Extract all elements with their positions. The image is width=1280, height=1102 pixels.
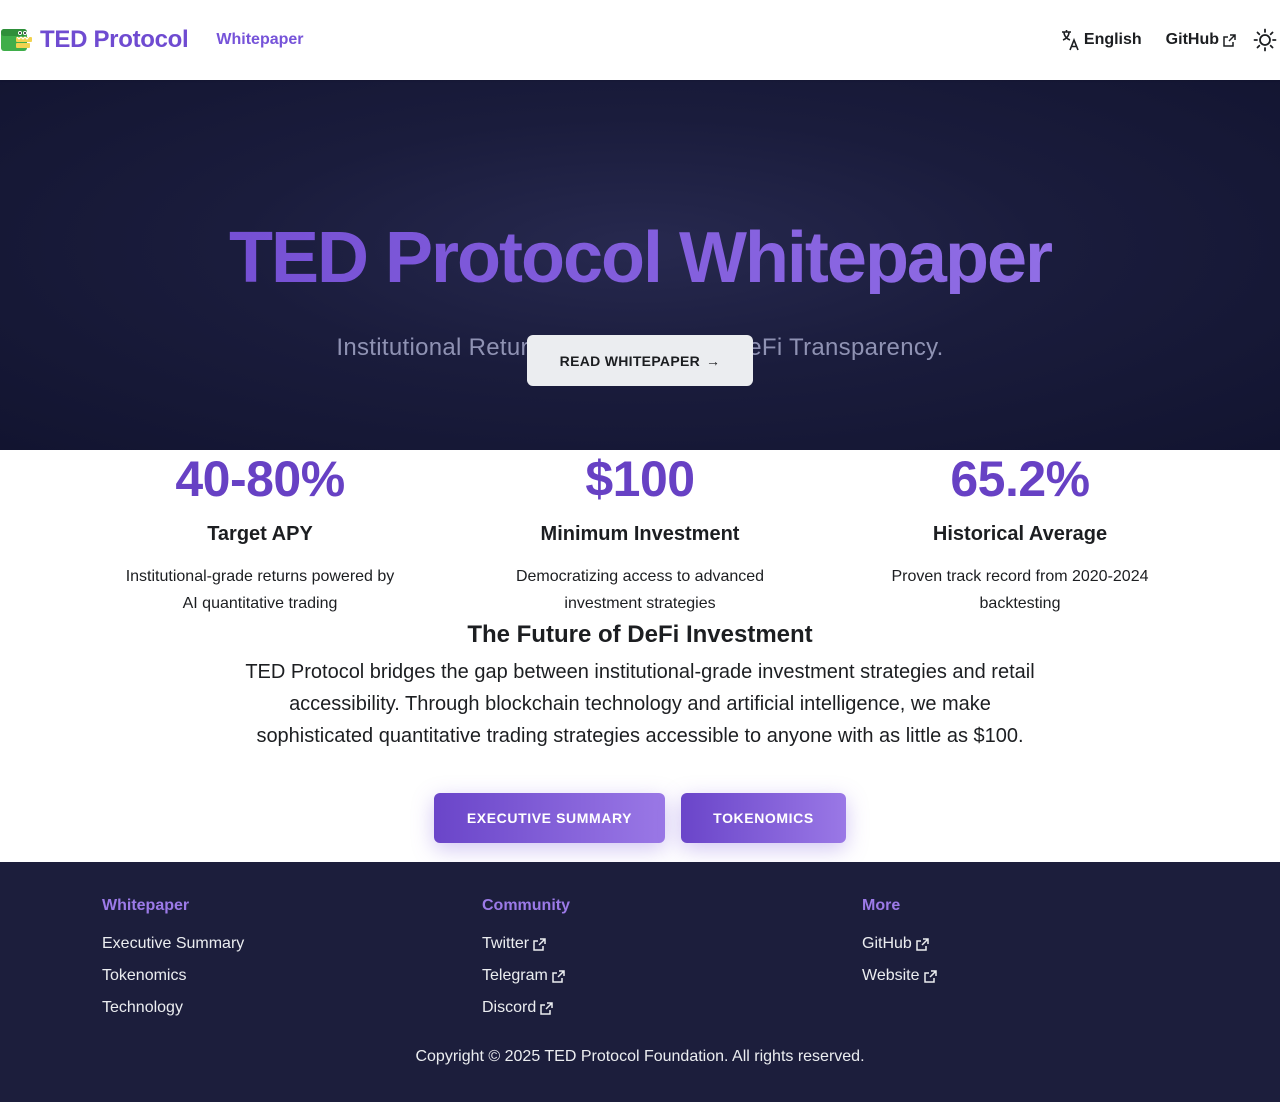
- feature-description: Democratizing access to advanced investm…: [515, 568, 765, 612]
- brand-title: TED Protocol: [40, 26, 189, 53]
- navbar: TED Protocol Whitepaper English GitHub: [0, 0, 1280, 80]
- feature-stat: 65.2%: [950, 451, 1090, 507]
- footer-link-executive-summary[interactable]: Executive Summary: [102, 928, 462, 960]
- feature-stat: 40-80%: [175, 451, 345, 507]
- footer-link-label: Twitter: [482, 935, 530, 952]
- future-body: TED Protocol bridges the gap between ins…: [245, 661, 1035, 747]
- footer-column-title: Community: [482, 897, 570, 914]
- footer-link-label: Website: [862, 967, 920, 984]
- translate-icon: [1061, 30, 1079, 51]
- footer-link-label: GitHub: [862, 935, 912, 952]
- feature-target-apy: 40-80% Target APY Institutional-grade re…: [70, 450, 450, 617]
- footer: Whitepaper Executive Summary Tokenomics …: [0, 862, 1280, 1102]
- tokenomics-button[interactable]: TOKENOMICS: [681, 793, 846, 843]
- external-link-icon: [1223, 33, 1236, 47]
- external-link-icon: [552, 969, 565, 983]
- feature-label: Historical Average: [932, 523, 1108, 545]
- footer-column-title: More: [862, 897, 901, 914]
- future-heading: The Future of DeFi Investment: [467, 621, 813, 648]
- navbar-right: English GitHub: [1060, 0, 1280, 80]
- github-label: GitHub: [1165, 31, 1219, 48]
- feature-historical-average: 65.2% Historical Average Proven track re…: [830, 450, 1210, 617]
- footer-link-label: Telegram: [482, 967, 548, 984]
- copyright: Copyright © 2025 TED Protocol Foundation…: [415, 1048, 865, 1065]
- footer-column-whitepaper: Whitepaper Executive Summary Tokenomics …: [102, 896, 462, 1024]
- feature-label: Minimum Investment: [540, 523, 740, 545]
- executive-summary-button[interactable]: EXECUTIVE SUMMARY: [434, 793, 665, 843]
- footer-link-github[interactable]: GitHub: [862, 928, 1222, 960]
- language-dropdown[interactable]: English: [1060, 29, 1142, 51]
- hero-title: TED Protocol Whitepaper: [0, 222, 1280, 294]
- feature-label: Target APY: [207, 523, 313, 545]
- sun-icon: [1253, 28, 1277, 52]
- read-whitepaper-button[interactable]: READ WHITEPAPER →: [527, 335, 753, 386]
- feature-description: Institutional-grade returns powered by A…: [125, 568, 395, 612]
- footer-link-telegram[interactable]: Telegram: [482, 960, 842, 992]
- read-whitepaper-label: READ WHITEPAPER: [559, 352, 701, 369]
- footer-link-discord[interactable]: Discord: [482, 992, 842, 1024]
- feature-minimum-investment: $100 Minimum Investment Democratizing ac…: [450, 450, 830, 617]
- footer-column-more: More GitHub Website: [862, 896, 1222, 992]
- nav-whitepaper-link[interactable]: Whitepaper: [216, 31, 303, 49]
- hero-section: TED Protocol Whitepaper Institutional Re…: [0, 80, 1280, 450]
- footer-link-label: Discord: [482, 999, 537, 1016]
- feature-description: Proven track record from 2020-2024 backt…: [891, 568, 1149, 612]
- footer-link-technology[interactable]: Technology: [102, 992, 462, 1024]
- footer-link-website[interactable]: Website: [862, 960, 1222, 992]
- external-link-icon: [916, 937, 929, 951]
- brand[interactable]: TED Protocol: [0, 0, 189, 80]
- external-link-icon: [533, 937, 546, 951]
- github-link[interactable]: GitHub: [1166, 31, 1236, 49]
- theme-toggle[interactable]: [1252, 27, 1278, 53]
- footer-column-title: Whitepaper: [102, 897, 190, 914]
- features-section: 40-80% Target APY Institutional-grade re…: [0, 450, 1280, 620]
- feature-stat: $100: [585, 451, 695, 507]
- cta-row: EXECUTIVE SUMMARY TOKENOMICS: [0, 793, 1280, 843]
- future-section: The Future of DeFi Investment TED Protoc…: [0, 620, 1280, 863]
- footer-link-tokenomics[interactable]: Tokenomics: [102, 960, 462, 992]
- crocodile-logo-icon: [1, 29, 32, 51]
- footer-column-community: Community Twitter Telegram Discord: [482, 896, 842, 1024]
- external-link-icon: [923, 969, 937, 983]
- footer-link-twitter[interactable]: Twitter: [482, 928, 842, 960]
- external-link-icon: [540, 1001, 553, 1015]
- arrow-right-icon: →: [706, 352, 721, 369]
- language-label: English: [1083, 31, 1142, 48]
